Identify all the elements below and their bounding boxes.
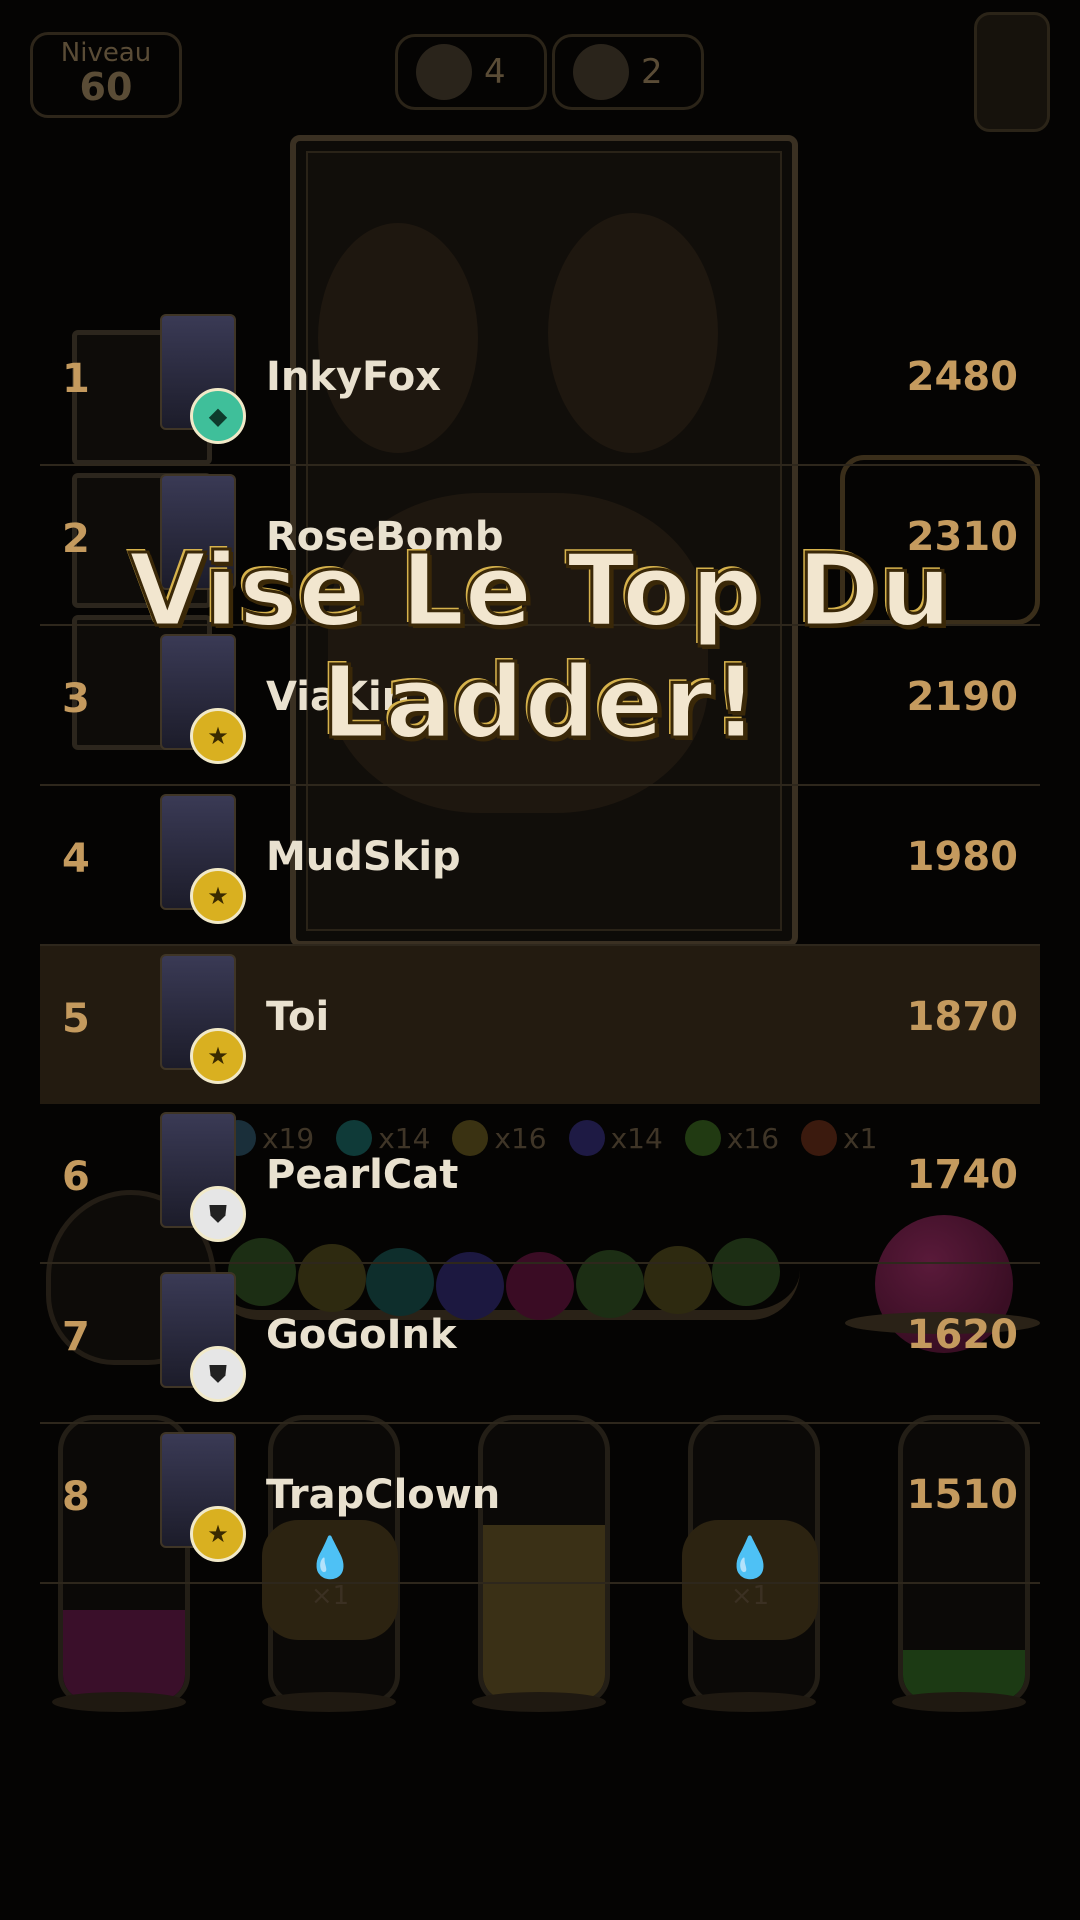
rank-number: 4 bbox=[62, 836, 90, 882]
player-score: 1620 bbox=[906, 1312, 1018, 1358]
leaderboard: 1 ◆ InkyFox 2480 2 RoseBomb 2310 3 ★ ViaKin 2190 4 ★… bbox=[40, 306, 1040, 1584]
player-name: Toi bbox=[266, 994, 330, 1040]
player-name: MudSkip bbox=[266, 834, 461, 880]
octopus-counter[interactable]: 4 bbox=[395, 34, 547, 110]
leaderboard-row[interactable]: 4 ★ MudSkip 1980 bbox=[40, 786, 1040, 946]
leaderboard-row[interactable]: 7 ⛊ GoGoInk 1620 bbox=[40, 1264, 1040, 1424]
diamond-badge-icon: ◆ bbox=[190, 388, 246, 444]
player-name: TrapClown bbox=[266, 1472, 501, 1518]
star-badge-icon: ★ bbox=[190, 1028, 246, 1084]
level-label: Niveau bbox=[60, 38, 152, 68]
player-name: InkyFox bbox=[266, 354, 442, 400]
drop-badge-count: ×1 bbox=[730, 1581, 770, 1611]
rank-number: 5 bbox=[62, 996, 90, 1042]
player-score: 1870 bbox=[906, 994, 1018, 1040]
leaderboard-row[interactable]: 8 ★ TrapClown 1510 bbox=[40, 1424, 1040, 1584]
star-badge-icon: ★ bbox=[190, 868, 246, 924]
level-indicator: Niveau 60 bbox=[30, 32, 182, 118]
player-name: PearlCat bbox=[266, 1152, 459, 1198]
rank-number: 1 bbox=[62, 356, 90, 402]
robot-icon bbox=[573, 44, 629, 100]
octopus-icon bbox=[416, 44, 472, 100]
player-score: 1980 bbox=[906, 834, 1018, 880]
level-value: 60 bbox=[79, 65, 133, 109]
rank-number: 6 bbox=[62, 1154, 90, 1200]
card-deck-button[interactable] bbox=[974, 12, 1050, 132]
shield-badge-icon: ⛊ bbox=[190, 1346, 246, 1402]
leaderboard-row[interactable]: 1 ◆ InkyFox 2480 bbox=[40, 306, 1040, 466]
rank-number: 7 bbox=[62, 1314, 90, 1360]
headline: Vise Le Top Du Ladder! bbox=[90, 532, 990, 761]
leaderboard-row-current-player[interactable]: 5 ★ Toi 1870 bbox=[40, 946, 1040, 1104]
player-name: GoGoInk bbox=[266, 1312, 457, 1358]
player-score: 1510 bbox=[906, 1472, 1018, 1518]
headline-line-1: Vise Le Top Du bbox=[127, 532, 953, 649]
octopus-count: 4 bbox=[484, 52, 506, 92]
robot-counter[interactable]: 2 bbox=[552, 34, 704, 110]
leaderboard-row[interactable]: 6 ⛊ PearlCat 1740 bbox=[40, 1104, 1040, 1264]
robot-count: 2 bbox=[641, 52, 663, 92]
star-badge-icon: ★ bbox=[190, 1506, 246, 1562]
headline-line-2: Ladder! bbox=[320, 644, 760, 761]
player-score: 1740 bbox=[906, 1152, 1018, 1198]
player-score: 2480 bbox=[906, 354, 1018, 400]
rank-number: 8 bbox=[62, 1474, 90, 1520]
drop-badge-count: ×1 bbox=[310, 1581, 350, 1611]
shield-badge-icon: ⛊ bbox=[190, 1186, 246, 1242]
